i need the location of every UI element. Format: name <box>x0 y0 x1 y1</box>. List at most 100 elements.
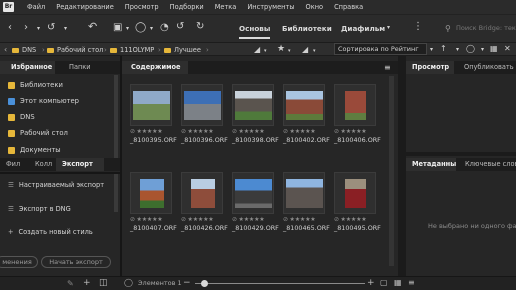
tab-keywords[interactable]: Ключевые слова <box>460 158 516 171</box>
tab-content[interactable]: Содержимое <box>122 61 188 74</box>
workspace-dropdown-icon[interactable]: ▾ <box>387 23 390 33</box>
details-view-icon[interactable]: ≡ <box>408 278 415 288</box>
return-to-photoshop-icon[interactable]: ↶ <box>88 21 97 32</box>
file-name[interactable]: _8100429.ORF <box>232 224 279 232</box>
rating-stars[interactable]: ⊘ ★★★★★ <box>334 216 378 223</box>
thumbnail-item[interactable]: ⊘ ★★★★★ _8100407.ORF <box>130 172 177 232</box>
quality-dropdown-icon[interactable]: ▾ <box>264 46 267 56</box>
menu-help[interactable]: Справка <box>334 3 363 11</box>
rating-stars[interactable]: ⊘ ★★★★★ <box>130 128 174 135</box>
thumbnail-image[interactable] <box>334 172 376 214</box>
thumbnail-item[interactable]: ⊘ ★★★★★ _8100495.ORF <box>334 172 381 232</box>
thumbnail-item[interactable]: ⊘ ★★★★★ _8100398.ORF <box>232 84 279 144</box>
cancel-changes-button[interactable]: менения <box>0 256 38 268</box>
sort-order-icon[interactable]: ↑ <box>440 44 447 54</box>
thumbnail-image[interactable] <box>130 172 172 214</box>
workspace-libraries-tab[interactable]: Библиотеки <box>282 24 332 33</box>
back-icon[interactable]: ‹ <box>8 23 12 33</box>
rotate-right-icon[interactable]: ↻ <box>196 22 204 32</box>
sort-dropdown-icon[interactable]: ▾ <box>430 45 433 55</box>
history-icon[interactable]: ↺ <box>47 23 55 33</box>
thumbnail-size-slider[interactable] <box>195 283 365 284</box>
right-horizontal-divider[interactable] <box>406 152 516 156</box>
rating-stars[interactable]: ⊘ ★★★★★ <box>232 128 276 135</box>
open-recent-icon[interactable]: ◯ <box>466 44 475 54</box>
thumbnail-item[interactable]: ⊘ ★★★★★ _8100426.ORF <box>181 172 228 232</box>
rating-stars[interactable]: ⊘ ★★★★★ <box>283 128 327 135</box>
grid-view-icon[interactable]: ▦ <box>394 278 402 288</box>
thumbnail-item[interactable]: ⊘ ★★★★★ _8100406.ORF <box>334 84 381 144</box>
rating-stars[interactable]: ⊘ ★★★★★ <box>130 216 174 223</box>
export-custom[interactable]: ☰ Настраиваемый экспорт <box>8 181 104 189</box>
quality-icon[interactable]: ◢ <box>254 45 260 55</box>
new-folder-icon[interactable]: ▦ <box>490 44 498 54</box>
menu-file[interactable]: Файл <box>27 3 45 11</box>
favorite-dns[interactable]: DNS <box>8 113 35 121</box>
refine-icon[interactable]: ◯ <box>135 23 146 33</box>
sort-select[interactable]: Сортировка по Рейтинг <box>334 43 427 55</box>
filter-icon[interactable]: ◢ <box>302 45 308 55</box>
camera-icon[interactable]: ▣ <box>113 23 122 33</box>
history-dropdown-icon[interactable]: ▾ <box>64 24 67 34</box>
thumbnail-image[interactable] <box>232 172 274 214</box>
file-name[interactable]: _8100465.ORF <box>283 224 330 232</box>
file-name[interactable]: _8100495.ORF <box>334 224 381 232</box>
workspace-filmstrip-tab[interactable]: Диафильм <box>341 24 385 33</box>
filter-dropdown-icon[interactable]: ▾ <box>313 46 316 56</box>
rotate-left-icon[interactable]: ↺ <box>176 22 184 32</box>
breadcrumb-dns[interactable]: DNS <box>12 44 36 56</box>
tab-filter[interactable]: Фил <box>0 158 24 171</box>
breadcrumb-desktop[interactable]: Рабочий стол <box>47 44 103 56</box>
rating-stars[interactable]: ⊘ ★★★★★ <box>181 128 225 135</box>
rating-stars[interactable]: ⊘ ★★★★★ <box>181 216 225 223</box>
rating-dropdown-icon[interactable]: ▾ <box>288 46 291 56</box>
right-divider[interactable] <box>398 56 406 276</box>
tab-publish[interactable]: Опубликовать <box>458 61 516 74</box>
search-input[interactable]: Поиск Bridge: текущ <box>440 22 516 35</box>
thumbnail-image[interactable] <box>283 172 325 214</box>
tab-favorites[interactable]: Избранное <box>0 61 55 74</box>
file-name[interactable]: _8100398.ORF <box>232 136 279 144</box>
thumbnail-image[interactable] <box>334 84 376 126</box>
menu-edit[interactable]: Редактирование <box>56 3 114 11</box>
delete-preset-icon[interactable]: ◫ <box>99 278 108 288</box>
rating-stars[interactable]: ⊘ ★★★★★ <box>334 128 378 135</box>
favorite-documents[interactable]: Документы <box>8 146 61 154</box>
thumbnail-item[interactable]: ⊘ ★★★★★ _8100402.ORF <box>283 84 330 144</box>
file-name[interactable]: _8100407.ORF <box>130 224 177 232</box>
path-back-icon[interactable]: ‹ <box>4 45 7 55</box>
edit-icon[interactable]: ✎ <box>67 279 74 289</box>
menu-label[interactable]: Метка <box>215 3 237 11</box>
file-name[interactable]: _8100406.ORF <box>334 136 381 144</box>
thumbnail-size-slider-handle[interactable] <box>201 280 208 287</box>
start-export-button[interactable]: Начать экспорт <box>41 256 111 268</box>
favorite-libraries[interactable]: Библиотеки <box>8 81 63 89</box>
export-scrollbar[interactable] <box>114 172 118 212</box>
tab-preview[interactable]: Просмотр <box>406 61 454 74</box>
rating-filter-icon[interactable]: ★ <box>277 44 285 54</box>
export-dng[interactable]: ☰ Экспорт в DNG <box>8 205 71 213</box>
breadcrumb-111olymp[interactable]: 111OLYMP <box>110 44 154 56</box>
favorite-this-computer[interactable]: Этот компьютер <box>8 97 79 105</box>
rating-stars[interactable]: ⊘ ★★★★★ <box>283 216 327 223</box>
rating-stars[interactable]: ⊘ ★★★★★ <box>232 216 276 223</box>
thumbnail-image[interactable] <box>181 172 223 214</box>
bridge-logo-icon[interactable]: Br <box>3 2 14 12</box>
thumbnail-item[interactable]: ⊘ ★★★★★ _8100396.ORF <box>181 84 228 144</box>
tab-collections[interactable]: Колл <box>32 158 54 171</box>
favorite-desktop[interactable]: Рабочий стол <box>8 129 68 137</box>
menu-window[interactable]: Окно <box>306 3 324 11</box>
camera-dropdown-icon[interactable]: ▾ <box>126 24 129 34</box>
favorites-scrollbar[interactable] <box>114 75 118 169</box>
file-name[interactable]: _8100396.ORF <box>181 136 228 144</box>
tab-export[interactable]: Экспорт <box>56 158 104 171</box>
file-name[interactable]: _8100426.ORF <box>181 224 228 232</box>
thumbnail-item[interactable]: ⊘ ★★★★★ _8100395.ORF <box>130 84 177 144</box>
file-name[interactable]: _8100402.ORF <box>283 136 330 144</box>
recent-dropdown-icon[interactable]: ▾ <box>37 24 40 34</box>
layout-grip-icon[interactable]: ⋮ <box>413 22 423 32</box>
file-name[interactable]: _8100395.ORF <box>130 136 177 144</box>
create-new-preset[interactable]: + Создать новый стиль <box>8 228 93 236</box>
tab-metadata[interactable]: Метаданные <box>406 158 456 171</box>
menu-tools[interactable]: Инструменты <box>247 3 294 11</box>
